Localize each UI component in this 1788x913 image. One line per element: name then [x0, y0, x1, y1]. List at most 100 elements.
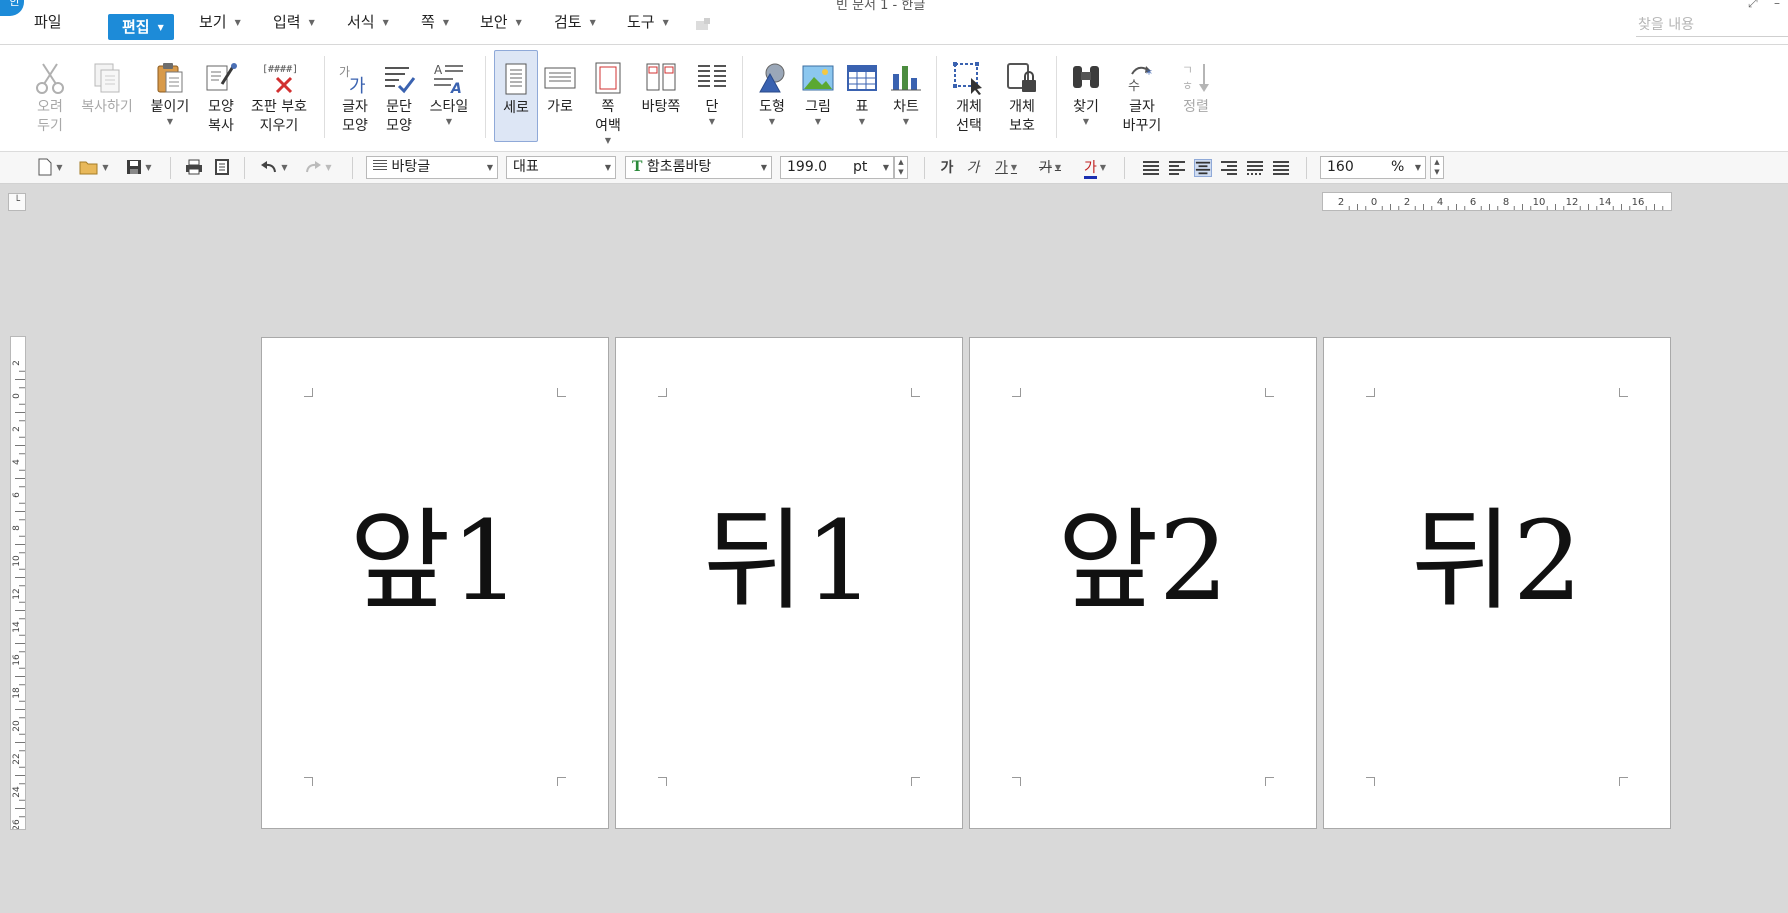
menu-security[interactable]: 보안 ▼ [480, 0, 522, 44]
find-button[interactable]: 찾기 ▼ [1064, 50, 1108, 142]
menu-edit[interactable]: 편집 ▼ [108, 14, 174, 40]
zoom-unit: % [1391, 159, 1405, 175]
picture-label: 그림 [805, 99, 831, 115]
menu-review[interactable]: 검토 ▼ [554, 0, 596, 44]
print-button[interactable] [182, 156, 206, 180]
chevron-down-icon: ▼ [486, 163, 493, 172]
page-text[interactable]: 뒤1 [616, 496, 962, 626]
table-icon [847, 65, 877, 91]
table-button[interactable]: 표 ▼ [842, 50, 882, 142]
menu-insert[interactable]: 입력 ▼ [273, 0, 315, 44]
redo-button[interactable]: ▼ [298, 156, 338, 180]
replace-button[interactable]: 수 * 글자 바꾸기 [1114, 50, 1170, 142]
margin-corner-mark [1366, 777, 1375, 786]
copy-button[interactable]: 복사하기 [74, 50, 140, 142]
clear-markup-button[interactable]: [####] 조판 부호 지우기 [246, 50, 312, 142]
page-text[interactable]: 앞2 [970, 496, 1316, 626]
chevron-down-icon: ▼ [1082, 117, 1090, 126]
picture-button[interactable]: 그림 ▼ [798, 50, 838, 142]
columns-button[interactable]: 단 ▼ [692, 50, 732, 142]
sort-label: 정렬 [1183, 99, 1209, 115]
para-shape-button[interactable]: 문단 모양 [380, 50, 418, 142]
ruler-tick-label: 4 [1437, 197, 1443, 208]
paragraph-style-icon [373, 160, 387, 172]
menu-file[interactable]: 파일 [34, 0, 62, 44]
undo-button[interactable]: ▼ [254, 156, 294, 180]
margin-corner-mark [658, 388, 667, 397]
italic-button[interactable]: 가 [962, 156, 984, 180]
language-select[interactable]: 대표 ▼ [506, 156, 616, 179]
spin-down-icon[interactable]: ▼ [1431, 167, 1443, 177]
sort-button[interactable]: ㄱ ㅎ 정렬 [1176, 50, 1216, 142]
new-doc-button[interactable]: ▼ [32, 156, 68, 180]
align-distribute-button[interactable] [1246, 159, 1264, 177]
master-page-button[interactable]: 바탕쪽 [636, 50, 686, 142]
char-shape-button[interactable]: 가 가 글자 모양 [336, 50, 374, 142]
protect-object-button[interactable]: 개체 보호 [998, 50, 1046, 142]
shapes-button[interactable]: 도형 ▼ [752, 50, 792, 142]
chevron-down-icon: ▼ [662, 18, 669, 27]
spin-up-icon[interactable]: ▲ [895, 157, 907, 167]
ruler-tick-label: 6 [1470, 197, 1476, 208]
menu-file-label: 파일 [34, 13, 62, 31]
underline-button[interactable]: 가 ▼ [988, 156, 1024, 180]
align-justify-button[interactable] [1142, 159, 1160, 177]
page-text[interactable]: 앞1 [262, 496, 608, 626]
style-button[interactable]: A A 스타일 ▼ [424, 50, 474, 142]
restore-icon[interactable]: ⤢ [1748, 0, 1758, 11]
spin-up-icon[interactable]: ▲ [1431, 157, 1443, 167]
page-2[interactable]: 뒤1 [615, 337, 963, 829]
format-painter-icon [206, 63, 237, 91]
protect-object-label: 개체 보호 [1009, 99, 1035, 134]
margin-corner-mark [911, 777, 920, 786]
menu-format-label: 서식 [347, 13, 375, 31]
align-center-button[interactable] [1194, 159, 1212, 177]
portrait-button[interactable]: 세로 [494, 50, 538, 142]
page-margin-button[interactable]: 쪽 여백 ▼ [588, 50, 628, 145]
margin-corner-mark [1366, 388, 1375, 397]
align-right-button[interactable] [1220, 159, 1238, 177]
page-3[interactable]: 앞2 [969, 337, 1317, 829]
save-button[interactable]: ▼ [120, 156, 158, 180]
zoom-input[interactable]: 160 % ▼ [1320, 156, 1426, 179]
vertical-ruler[interactable]: 2 0 2 4 6 8 10 12 14 16 18 20 22 24 26 [10, 336, 26, 830]
strikethrough-button[interactable]: 가 ▼ [1032, 156, 1068, 180]
page-4[interactable]: 뒤2 [1323, 337, 1671, 829]
font-size-spinner[interactable]: ▲ ▼ [894, 156, 908, 179]
page-text[interactable]: 뒤2 [1324, 496, 1670, 626]
landscape-button[interactable]: 가로 [540, 50, 580, 142]
format-painter-button[interactable]: 모양 복사 [200, 50, 242, 142]
chevron-down-icon: ▼ [145, 163, 152, 172]
paste-button[interactable]: 붙이기 ▼ [146, 50, 194, 142]
menu-view[interactable]: 보기 ▼ [199, 0, 241, 44]
preview-button[interactable] [210, 156, 234, 180]
bold-button[interactable]: 가 [936, 156, 958, 180]
font-select[interactable]: T 함초롬바탕 ▼ [625, 156, 772, 179]
menu-format[interactable]: 서식 ▼ [347, 0, 389, 44]
page-1[interactable]: 앞1 [261, 337, 609, 829]
align-left-button[interactable] [1168, 159, 1186, 177]
search-input[interactable] [1636, 14, 1788, 37]
zoom-spinner[interactable]: ▲ ▼ [1430, 156, 1444, 179]
open-doc-button[interactable]: ▼ [74, 156, 114, 180]
chevron-down-icon: ▼ [708, 117, 716, 126]
cut-button[interactable]: 오려 두기 [26, 50, 74, 142]
select-object-button[interactable]: 개체 선택 [944, 50, 994, 142]
ruler-tick-label: 10 [12, 555, 22, 567]
align-divide-button[interactable] [1272, 159, 1290, 177]
menu-tools[interactable]: 도구 ▼ [627, 0, 669, 44]
chart-button[interactable]: 차트 ▼ [886, 50, 926, 142]
font-size-input[interactable]: 199.0 pt ▼ [780, 156, 894, 179]
spin-down-icon[interactable]: ▼ [895, 167, 907, 177]
ruler-toggle-button[interactable]: └ [8, 193, 26, 211]
chevron-down-icon: ▼ [882, 163, 889, 172]
ribbon-separator [1056, 56, 1057, 138]
horizontal-ruler[interactable]: 2 0 2 4 6 8 10 12 14 16 [1322, 192, 1672, 211]
plugin-icon[interactable] [694, 18, 712, 32]
minimize-icon[interactable]: – [1774, 0, 1780, 10]
font-color-button[interactable]: 가 ▼ [1076, 156, 1114, 180]
columns-label: 단 [705, 99, 719, 115]
chevron-down-icon: ▼ [604, 136, 612, 145]
menu-page[interactable]: 쪽 ▼ [421, 0, 449, 44]
style-select[interactable]: 바탕글 ▼ [366, 156, 498, 179]
